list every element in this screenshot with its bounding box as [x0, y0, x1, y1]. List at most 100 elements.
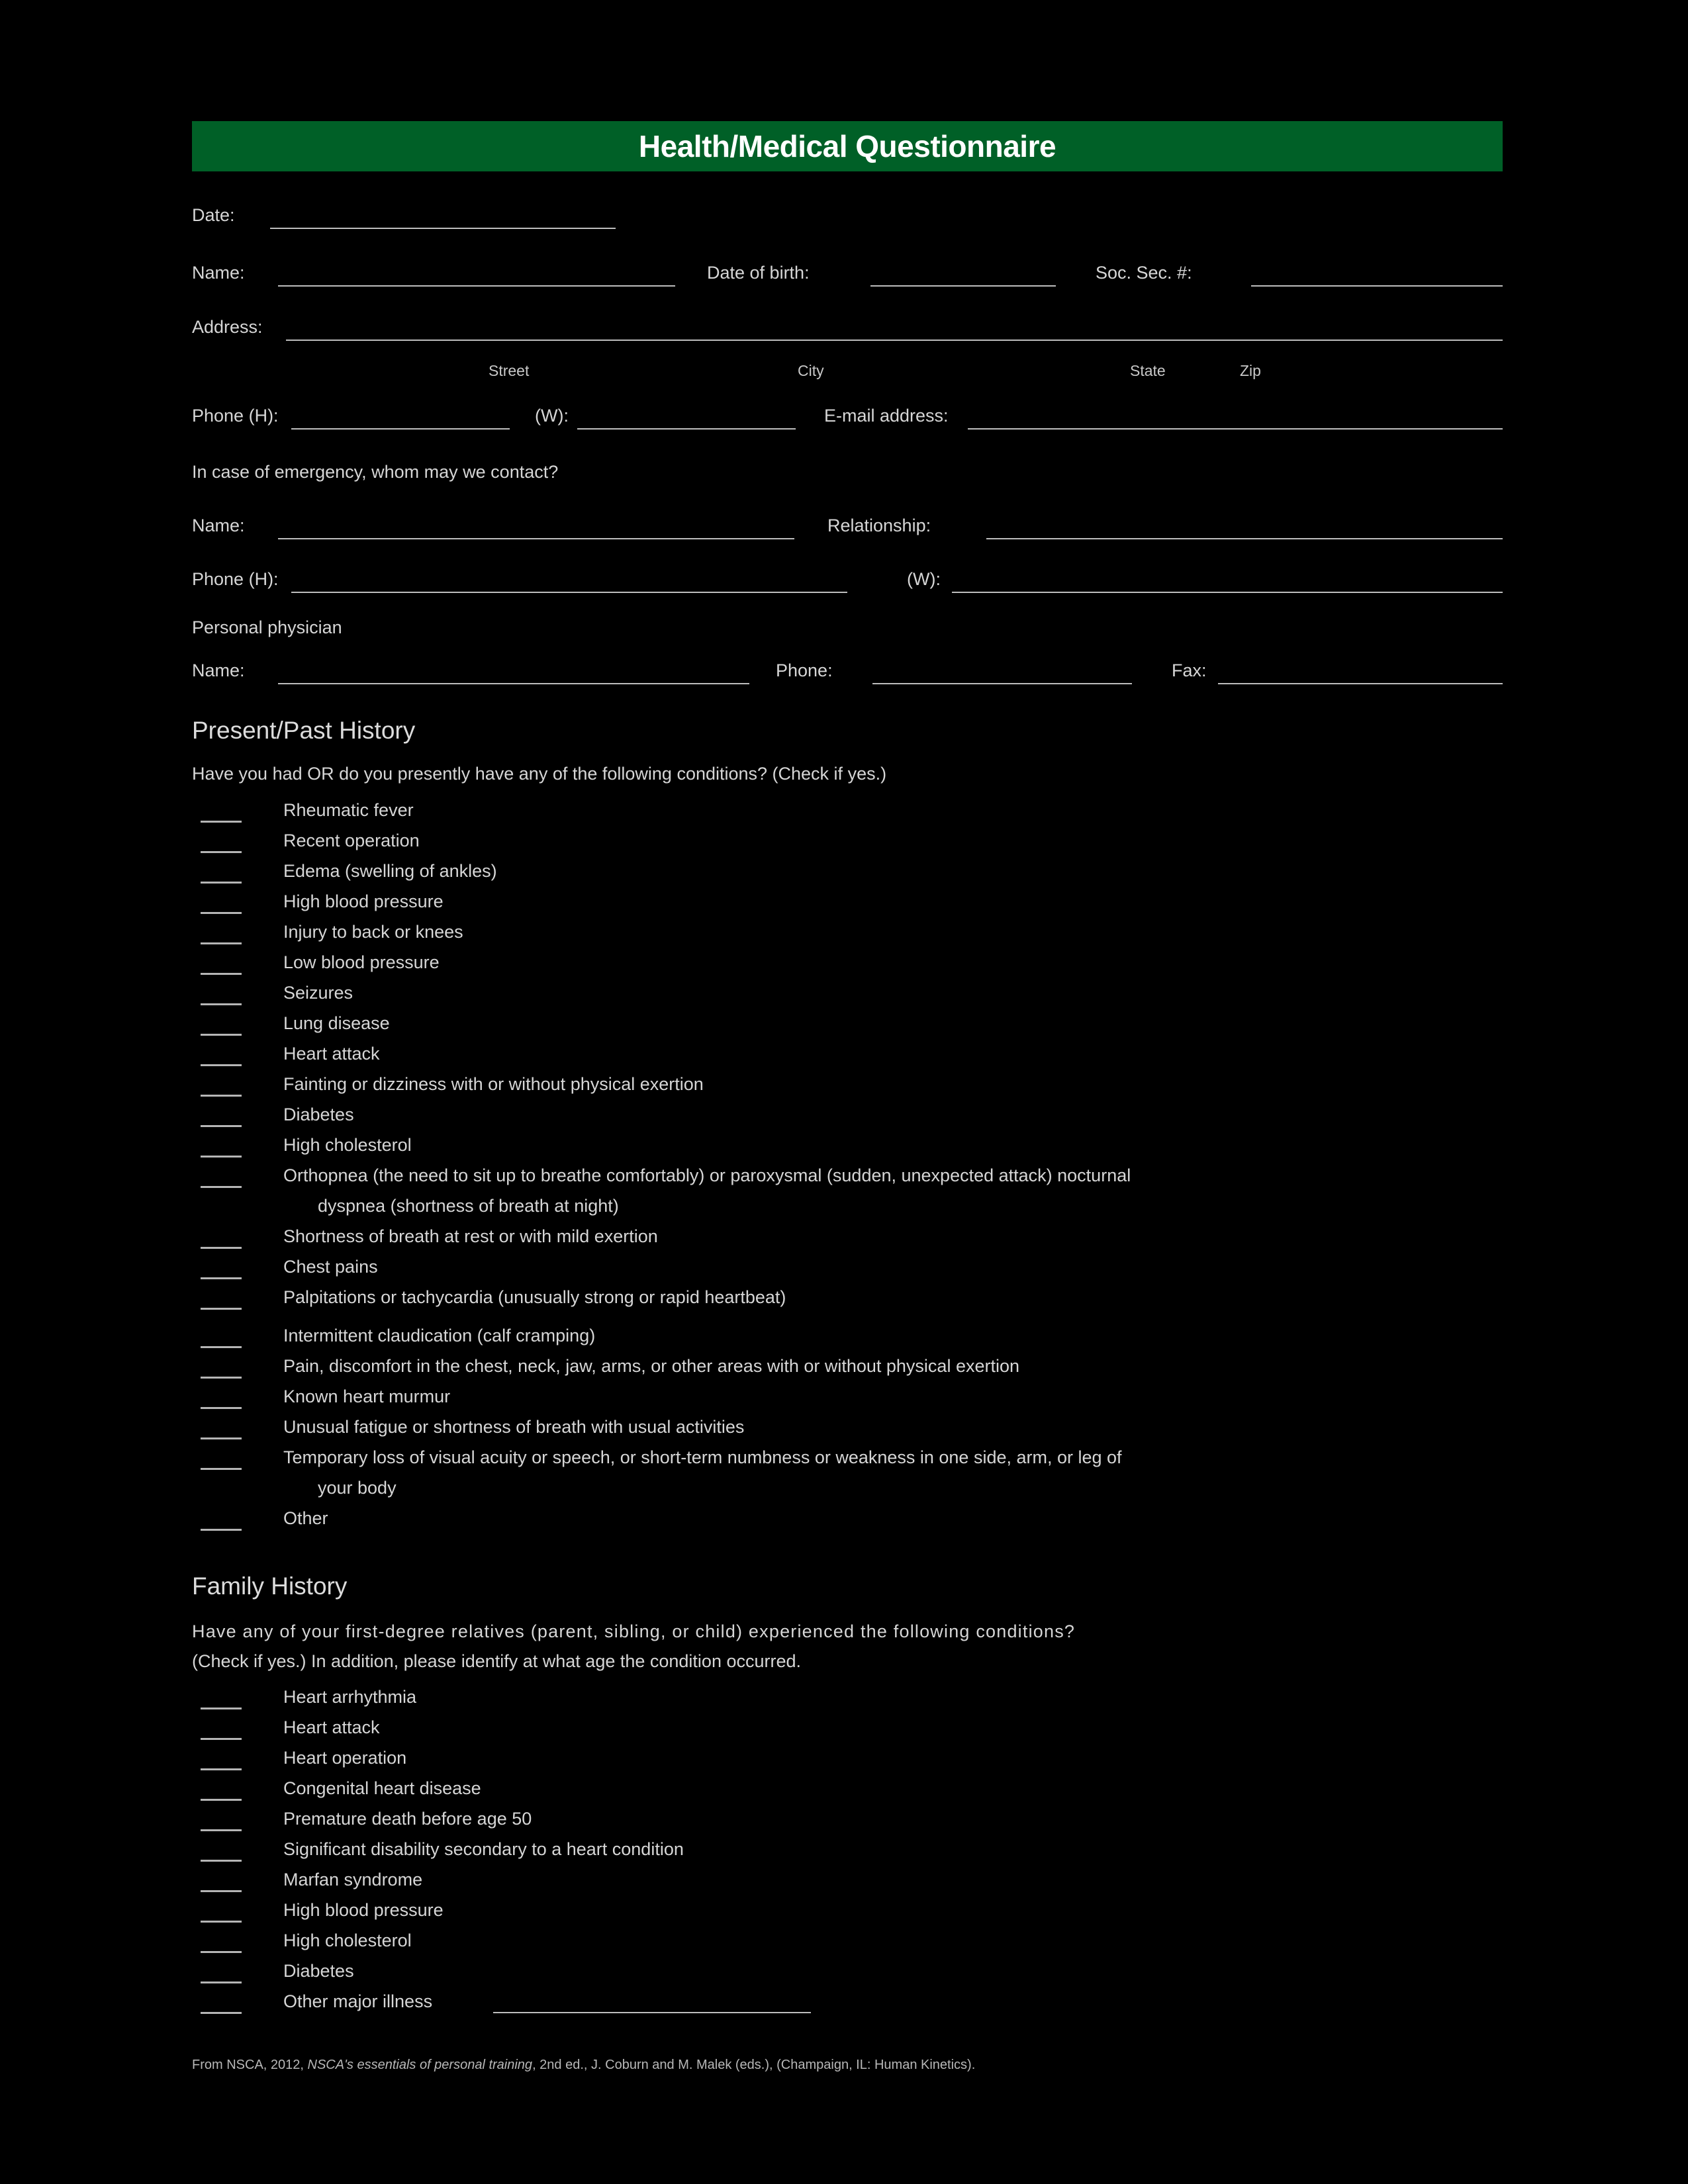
emergency-relationship-input-line[interactable]: [986, 538, 1503, 539]
emergency-phone-home-label: Phone (H):: [192, 569, 279, 589]
list-item: Fainting or dizziness with or without ph…: [283, 1074, 704, 1094]
checkbox-blank[interactable]: [201, 1308, 242, 1310]
family-history-heading: Family History: [192, 1572, 348, 1600]
list-item: High blood pressure: [283, 1900, 444, 1920]
checkbox-blank[interactable]: [201, 1529, 242, 1531]
list-item: Unusual fatigue or shortness of breath w…: [283, 1417, 745, 1437]
list-item: Palpitations or tachycardia (unusually s…: [283, 1287, 786, 1307]
list-item: Chest pains: [283, 1257, 378, 1277]
list-item: Shortness of breath at rest or with mild…: [283, 1226, 658, 1246]
list-item: Temporary loss of visual acuity or speec…: [283, 1447, 1122, 1467]
physician-name-input-line[interactable]: [278, 683, 749, 684]
phone-work-input-line[interactable]: [577, 428, 796, 430]
checkbox-blank[interactable]: [201, 2012, 242, 2014]
checkbox-blank[interactable]: [201, 882, 242, 884]
phone-work-label: (W):: [535, 406, 569, 426]
checkbox-blank[interactable]: [201, 1437, 242, 1439]
checkbox-blank[interactable]: [201, 1799, 242, 1801]
checkbox-blank[interactable]: [201, 1829, 242, 1831]
checkbox-blank[interactable]: [201, 912, 242, 914]
checkbox-blank[interactable]: [201, 942, 242, 944]
document-page: Health/Medical Questionnaire Date: Name:…: [0, 0, 1688, 2184]
checkbox-blank[interactable]: [201, 973, 242, 975]
name-label: Name:: [192, 263, 245, 283]
list-item: Other: [283, 1508, 328, 1528]
list-item: Edema (swelling of ankles): [283, 861, 497, 881]
ssn-input-line[interactable]: [1251, 285, 1503, 287]
checkbox-blank[interactable]: [201, 1247, 242, 1249]
list-item: Intermittent claudication (calf cramping…: [283, 1326, 596, 1345]
citation-suffix: , 2nd ed., J. Coburn and M. Malek (eds.)…: [532, 2058, 976, 2072]
checkbox-blank[interactable]: [201, 1768, 242, 1770]
checkbox-blank[interactable]: [201, 1860, 242, 1862]
date-label: Date:: [192, 205, 235, 225]
list-item: High cholesterol: [283, 1135, 412, 1155]
checkbox-blank[interactable]: [201, 1156, 242, 1158]
name-input-line[interactable]: [278, 285, 675, 287]
checkbox-blank[interactable]: [201, 1003, 242, 1005]
address-input-line[interactable]: [286, 340, 1503, 341]
physician-phone-label: Phone:: [776, 660, 833, 680]
checkbox-blank[interactable]: [201, 1186, 242, 1188]
address-city-sublabel: City: [798, 362, 824, 379]
date-input-line[interactable]: [270, 228, 616, 229]
physician-phone-input-line[interactable]: [872, 683, 1132, 684]
list-item: Low blood pressure: [283, 952, 440, 972]
phone-home-input-line[interactable]: [291, 428, 510, 430]
checkbox-blank[interactable]: [201, 1981, 242, 1983]
checkbox-blank[interactable]: [201, 1095, 242, 1097]
dob-input-line[interactable]: [870, 285, 1056, 287]
list-item: Significant disability secondary to a he…: [283, 1839, 684, 1859]
checkbox-blank[interactable]: [201, 1064, 242, 1066]
physician-fax-input-line[interactable]: [1218, 683, 1503, 684]
checkbox-blank[interactable]: [201, 1890, 242, 1892]
address-street-sublabel: Street: [489, 362, 530, 379]
other-major-illness-input-line[interactable]: [493, 2012, 811, 2013]
list-item: Diabetes: [283, 1105, 354, 1124]
address-state-sublabel: State: [1130, 362, 1166, 379]
list-item: Other major illness: [283, 1991, 433, 2011]
emergency-phone-work-input-line[interactable]: [952, 592, 1503, 593]
emergency-phone-home-input-line[interactable]: [291, 592, 847, 593]
checkbox-blank[interactable]: [201, 1125, 242, 1127]
checkbox-blank[interactable]: [201, 1034, 242, 1036]
list-item: Known heart murmur: [283, 1387, 451, 1406]
list-item: Seizures: [283, 983, 353, 1003]
emergency-name-input-line[interactable]: [278, 538, 794, 539]
physician-fax-label: Fax:: [1172, 660, 1207, 680]
checkbox-blank[interactable]: [201, 1277, 242, 1279]
checkbox-blank[interactable]: [201, 821, 242, 823]
checkbox-blank[interactable]: [201, 1921, 242, 1923]
list-item-continuation: your body: [318, 1478, 397, 1498]
checkbox-blank[interactable]: [201, 851, 242, 853]
checkbox-blank[interactable]: [201, 1377, 242, 1379]
emergency-relationship-label: Relationship:: [827, 516, 931, 535]
list-item: Marfan syndrome: [283, 1870, 423, 1889]
list-item: Heart attack: [283, 1717, 380, 1737]
present-past-history-prompt: Have you had OR do you presently have an…: [192, 764, 887, 784]
email-label: E-mail address:: [824, 406, 949, 426]
checkbox-blank[interactable]: [201, 1738, 242, 1740]
list-item-continuation: dyspnea (shortness of breath at night): [318, 1196, 619, 1216]
list-item: Heart arrhythmia: [283, 1687, 417, 1707]
checkbox-blank[interactable]: [201, 1346, 242, 1348]
list-item: High blood pressure: [283, 891, 444, 911]
list-item: Heart attack: [283, 1044, 380, 1064]
source-citation: From NSCA, 2012, NSCA's essentials of pe…: [192, 2058, 975, 2071]
checkbox-blank[interactable]: [201, 1468, 242, 1470]
citation-prefix: From NSCA, 2012,: [192, 2058, 308, 2072]
checkbox-blank[interactable]: [201, 1707, 242, 1709]
list-item: High cholesterol: [283, 1931, 412, 1950]
checkbox-blank[interactable]: [201, 1407, 242, 1409]
list-item: Congenital heart disease: [283, 1778, 481, 1798]
list-item: Diabetes: [283, 1961, 354, 1981]
header-banner: Health/Medical Questionnaire: [192, 121, 1503, 171]
emergency-phone-work-label: (W):: [907, 569, 941, 589]
list-item: Heart operation: [283, 1748, 407, 1768]
emergency-prompt: In case of emergency, whom may we contac…: [192, 462, 559, 482]
page-title: Health/Medical Questionnaire: [638, 129, 1056, 163]
checkbox-blank[interactable]: [201, 1951, 242, 1953]
email-input-line[interactable]: [968, 428, 1503, 430]
list-item: Injury to back or knees: [283, 922, 463, 942]
list-item: Premature death before age 50: [283, 1809, 532, 1829]
